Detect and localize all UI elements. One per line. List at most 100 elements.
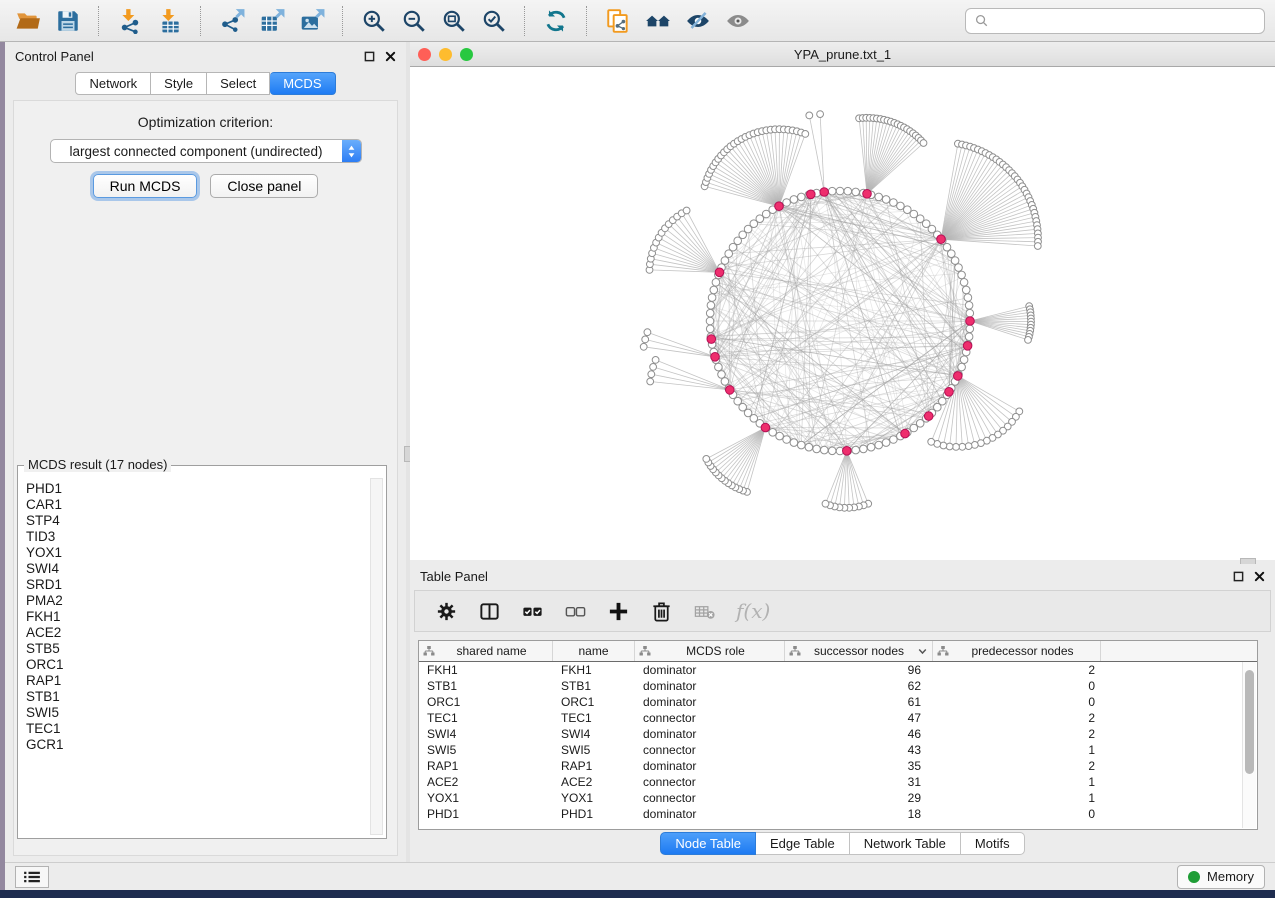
mcds-result-item[interactable]: ORC1 xyxy=(26,657,366,673)
window-minimize-button[interactable] xyxy=(439,48,452,61)
dropdown-stepper-icon xyxy=(342,139,361,163)
window-traffic-lights xyxy=(418,48,473,61)
search-field[interactable] xyxy=(965,8,1265,34)
result-list-scrollbar[interactable] xyxy=(370,478,383,835)
open-file-icon[interactable] xyxy=(10,6,46,36)
table-row[interactable]: RAP1RAP1dominator352 xyxy=(419,758,1257,774)
table-row[interactable]: YOX1YOX1connector291 xyxy=(419,790,1257,806)
mcds-result-item[interactable]: STB1 xyxy=(26,689,366,705)
table-row[interactable]: SWI4SWI4dominator462 xyxy=(419,726,1257,742)
tab-network[interactable]: Network xyxy=(75,72,151,95)
table-cell: 1 xyxy=(933,742,1101,758)
window-zoom-button[interactable] xyxy=(460,48,473,61)
column-header-MCDS-role[interactable]: MCDS role xyxy=(635,641,785,661)
toolbar-separator xyxy=(524,6,526,36)
zoom-out-icon[interactable] xyxy=(396,6,432,36)
table-header-row: shared namenameMCDS rolesuccessor nodesp… xyxy=(419,641,1257,662)
tab-network-table[interactable]: Network Table xyxy=(850,832,961,855)
zoom-in-icon[interactable] xyxy=(356,6,392,36)
refresh-icon[interactable] xyxy=(538,6,574,36)
mcds-result-item[interactable]: SWI5 xyxy=(26,705,366,721)
network-graph[interactable] xyxy=(410,67,1275,560)
table-row[interactable]: FKH1FKH1dominator962 xyxy=(419,662,1257,678)
table-cell: 46 xyxy=(785,726,933,742)
control-panel-title: Control Panel xyxy=(15,49,94,64)
gear-icon[interactable] xyxy=(435,600,458,623)
column-header-name[interactable]: name xyxy=(553,641,635,661)
close-table-panel-button[interactable] xyxy=(1254,571,1265,582)
tab-style[interactable]: Style xyxy=(151,72,207,95)
table-cell: connector xyxy=(635,774,785,790)
first-neighbors-icon[interactable] xyxy=(640,6,676,36)
column-header-predecessor-nodes[interactable]: predecessor nodes xyxy=(933,641,1101,661)
table-scrollbar-thumb[interactable] xyxy=(1245,670,1254,774)
tab-edge-table[interactable]: Edge Table xyxy=(756,832,850,855)
table-cell: connector xyxy=(635,790,785,806)
table-row[interactable]: TEC1TEC1connector472 xyxy=(419,710,1257,726)
zoom-fit-icon[interactable] xyxy=(436,6,472,36)
mcds-result-item[interactable]: FKH1 xyxy=(26,609,366,625)
column-header-successor-nodes[interactable]: successor nodes xyxy=(785,641,933,661)
tab-motifs[interactable]: Motifs xyxy=(961,832,1025,855)
search-input[interactable] xyxy=(994,12,1256,29)
tab-mcds[interactable]: MCDS xyxy=(270,72,335,95)
mcds-result-item[interactable]: SRD1 xyxy=(26,577,366,593)
mcds-result-item[interactable]: STB5 xyxy=(26,641,366,657)
close-panel-action-button[interactable]: Close panel xyxy=(210,174,318,198)
table-panel: Table Panel f(x) shared namenameMCDS rol… xyxy=(410,564,1275,862)
list-icon xyxy=(23,870,41,884)
memory-button[interactable]: Memory xyxy=(1177,865,1265,889)
mcds-result-item[interactable]: TEC1 xyxy=(26,721,366,737)
run-mcds-button[interactable]: Run MCDS xyxy=(93,174,198,198)
export-network-icon[interactable] xyxy=(214,6,250,36)
table-cell-filler xyxy=(1101,758,1257,774)
hide-selected-icon[interactable] xyxy=(680,6,716,36)
import-table-icon[interactable] xyxy=(152,6,188,36)
tab-select[interactable]: Select xyxy=(207,72,270,95)
optimization-criterion-label: Optimization criterion: xyxy=(14,114,397,130)
mcds-result-item[interactable]: YOX1 xyxy=(26,545,366,561)
save-session-icon[interactable] xyxy=(50,6,86,36)
column-header-shared-name[interactable]: shared name xyxy=(419,641,553,661)
tab-node-table[interactable]: Node Table xyxy=(660,832,756,855)
export-image-icon[interactable] xyxy=(294,6,330,36)
export-table-icon[interactable] xyxy=(254,6,290,36)
criterion-dropdown-value: largest connected component (undirected) xyxy=(51,144,342,159)
criterion-dropdown[interactable]: largest connected component (undirected) xyxy=(50,139,362,163)
mcds-result-item[interactable]: TID3 xyxy=(26,529,366,545)
mcds-result-item[interactable]: SWI4 xyxy=(26,561,366,577)
mcds-result-item[interactable]: ACE2 xyxy=(26,625,366,641)
float-table-panel-button[interactable] xyxy=(1233,571,1244,582)
toolbar-icon-strip xyxy=(10,6,756,36)
task-list-button[interactable] xyxy=(15,866,49,888)
table-row[interactable]: PHD1PHD1dominator180 xyxy=(419,806,1257,822)
import-network-icon[interactable] xyxy=(112,6,148,36)
window-close-button[interactable] xyxy=(418,48,431,61)
close-panel-button[interactable] xyxy=(385,51,396,62)
add-icon[interactable] xyxy=(607,600,630,623)
mcds-result-item[interactable]: RAP1 xyxy=(26,673,366,689)
table-cell-filler xyxy=(1101,678,1257,694)
delete-icon[interactable] xyxy=(650,600,673,623)
split-columns-icon[interactable] xyxy=(478,600,501,623)
select-all-icon[interactable] xyxy=(521,600,544,623)
table-cell: TEC1 xyxy=(553,710,635,726)
table-row[interactable]: STB1STB1dominator620 xyxy=(419,678,1257,694)
table-row[interactable]: ORC1ORC1dominator610 xyxy=(419,694,1257,710)
duplicate-network-icon[interactable] xyxy=(600,6,636,36)
table-row[interactable]: SWI5SWI5connector431 xyxy=(419,742,1257,758)
mcds-result-item[interactable]: CAR1 xyxy=(26,497,366,513)
network-canvas[interactable] xyxy=(410,67,1275,560)
table-row[interactable]: ACE2ACE2connector311 xyxy=(419,774,1257,790)
mcds-result-item[interactable]: PHD1 xyxy=(26,481,366,497)
mcds-result-item[interactable]: PMA2 xyxy=(26,593,366,609)
zoom-selected-icon[interactable] xyxy=(476,6,512,36)
table-scrollbar[interactable] xyxy=(1242,662,1256,828)
float-panel-button[interactable] xyxy=(364,51,375,62)
mcds-result-item[interactable]: GCR1 xyxy=(26,737,366,753)
mcds-tab-panel: Optimization criterion: largest connecte… xyxy=(13,100,398,856)
deselect-all-icon[interactable] xyxy=(564,600,587,623)
show-all-icon[interactable] xyxy=(720,6,756,36)
mcds-result-item[interactable]: STP4 xyxy=(26,513,366,529)
fx-icon: f(x) xyxy=(736,599,770,623)
